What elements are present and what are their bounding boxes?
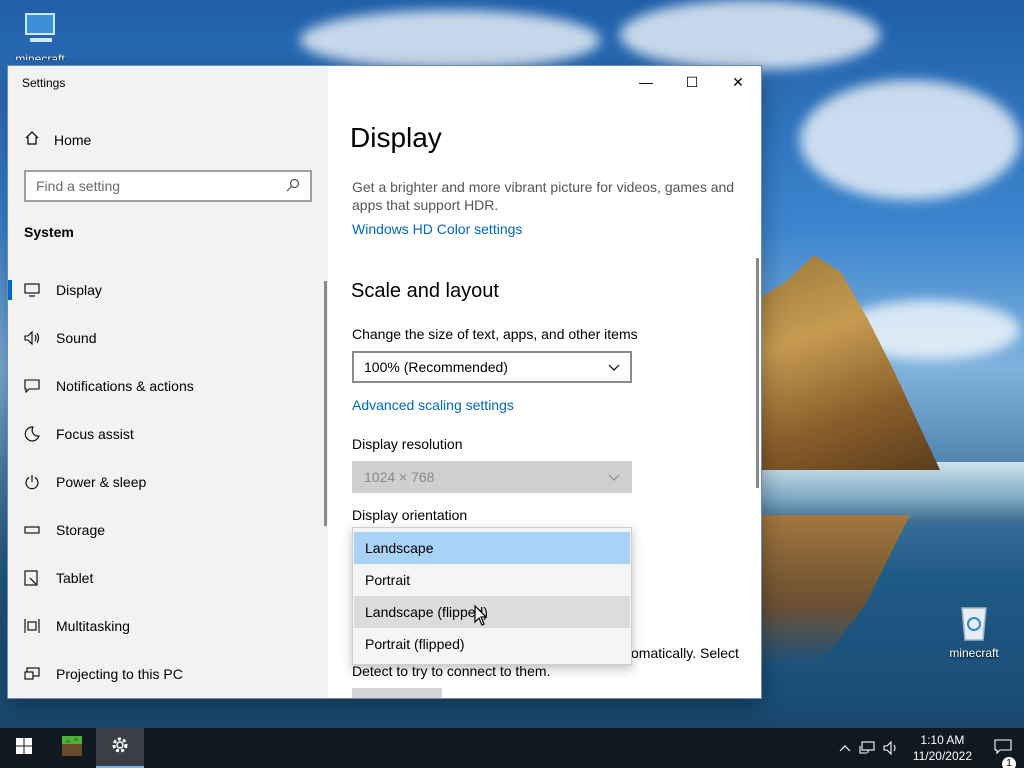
minimize-button[interactable]: — [623,66,669,98]
sidebar-item-storage[interactable]: Storage [8,506,328,554]
network-icon[interactable] [855,741,879,755]
window-title: Settings [22,76,66,90]
windows-logo-icon [16,737,32,759]
tablet-icon [24,570,40,586]
taskbar-settings-button[interactable] [96,728,144,768]
resolution-value: 1024 × 768 [364,469,435,485]
sidebar-item-label: Notifications & actions [56,378,194,394]
recycle-bin-icon [954,602,994,642]
rock-formation [760,255,940,470]
scale-label: Change the size of text, apps, and other… [352,326,638,342]
sidebar-item-power-sleep[interactable]: Power & sleep [8,458,328,506]
page-title: Display [350,122,442,153]
main-content: — ☐ ✕ Display Get a brighter and more vi… [328,66,761,698]
sidebar-item-label: Multitasking [56,618,130,634]
multiple-displays-text: Detect to try to connect to them. [352,663,551,679]
clock-time: 1:10 AM [920,733,965,747]
notification-icon [994,738,1012,758]
resolution-label: Display resolution [352,436,463,452]
action-center-button[interactable]: 1 [982,738,1024,768]
sidebar: Settings Home Find a setting System Disp… [8,66,328,698]
sidebar-item-label: Display [56,282,102,298]
sidebar-item-label: Projecting to this PC [56,666,183,682]
storage-icon [24,522,40,538]
multiple-displays-text-fragment: omatically. Select [631,645,739,661]
home-label: Home [54,131,92,148]
main-scrollbar[interactable] [756,258,759,488]
maximize-button[interactable]: ☐ [669,66,715,98]
sidebar-item-label: Sound [56,330,97,346]
sea [760,462,1024,522]
chevron-down-icon [608,359,620,375]
hdr-description: Get a brighter and more vibrant picture … [352,179,735,213]
home-icon [24,130,40,149]
sidebar-item-label: Tablet [56,570,94,586]
sidebar-item-label: Focus assist [56,426,134,442]
sidebar-item-sound[interactable]: Sound [8,314,328,362]
sidebar-item-notifications[interactable]: Notifications & actions [8,362,328,410]
orientation-option-portrait[interactable]: Portrait [354,564,630,596]
minecraft-icon [60,734,84,763]
notification-count-badge: 1 [1002,756,1016,768]
section-label: System [24,224,74,240]
sidebar-scrollbar[interactable] [324,281,327,526]
sidebar-item-focus-assist[interactable]: Focus assist [8,410,328,458]
volume-icon[interactable] [879,741,903,755]
advanced-scaling-link[interactable]: Advanced scaling settings [352,397,514,413]
orientation-option-portrait-flipped[interactable]: Portrait (flipped) [354,628,630,660]
settings-window: Settings Home Find a setting System Disp… [8,66,761,698]
window-controls: — ☐ ✕ [623,66,761,98]
taskbar-minecraft-button[interactable] [48,728,96,768]
chevron-down-icon [608,469,620,485]
detect-button[interactable] [352,688,442,698]
scale-layout-heading: Scale and layout [351,280,499,302]
resolution-select[interactable]: 1024 × 768 [352,461,632,493]
desktop-icon-label: minecraft [15,52,65,60]
desktop-icon-label: minecraft [949,646,999,660]
scale-value: 100% (Recommended) [364,359,508,375]
chevron-up-icon[interactable] [835,744,855,752]
monitor-icon [24,282,40,298]
orientation-option-landscape[interactable]: Landscape [354,532,630,564]
sidebar-item-display[interactable]: Display [8,266,328,314]
orientation-option-landscape-flipped[interactable]: Landscape (flipped) [354,596,630,628]
home-nav[interactable]: Home [24,130,91,149]
sidebar-item-label: Power & sleep [56,474,147,490]
orientation-dropdown: Landscape Portrait Landscape (flipped) P… [352,527,632,665]
power-icon [24,474,40,490]
clock-date: 11/20/2022 [912,749,972,763]
gear-icon [110,735,130,760]
close-button[interactable]: ✕ [715,66,761,98]
mouse-cursor-icon [474,604,488,627]
sidebar-item-label: Storage [56,522,106,538]
search-input[interactable]: Find a setting [24,170,312,202]
taskbar: 1:10 AM 11/20/2022 1 [0,728,1024,768]
scale-select[interactable]: 100% (Recommended) [352,351,632,383]
notification-icon [24,378,40,394]
sidebar-item-projecting[interactable]: Projecting to this PC [8,650,328,698]
sidebar-item-tablet[interactable]: Tablet [8,554,328,602]
orientation-label: Display orientation [352,507,468,523]
computer-icon [20,8,60,48]
start-button[interactable] [0,728,48,768]
speaker-icon [24,330,40,346]
system-tray: 1:10 AM 11/20/2022 1 [835,728,1024,768]
cloud [800,80,1020,200]
search-placeholder: Find a setting [36,178,121,194]
search-icon [286,178,300,195]
hd-color-settings-link[interactable]: Windows HD Color settings [352,221,522,237]
multitasking-icon [24,618,40,634]
desktop-icon-recycle-bin[interactable]: minecraft [944,602,1004,660]
moon-icon [24,426,40,442]
projector-icon [24,666,40,682]
cloud [300,10,600,70]
cloud [620,0,880,70]
desktop-icon-computer[interactable]: minecraft [10,8,70,60]
rock-reflection [760,515,910,665]
clock[interactable]: 1:10 AM 11/20/2022 [903,732,982,764]
sidebar-nav: Display Sound Notifications & actions Fo… [8,266,328,698]
sidebar-item-multitasking[interactable]: Multitasking [8,602,328,650]
